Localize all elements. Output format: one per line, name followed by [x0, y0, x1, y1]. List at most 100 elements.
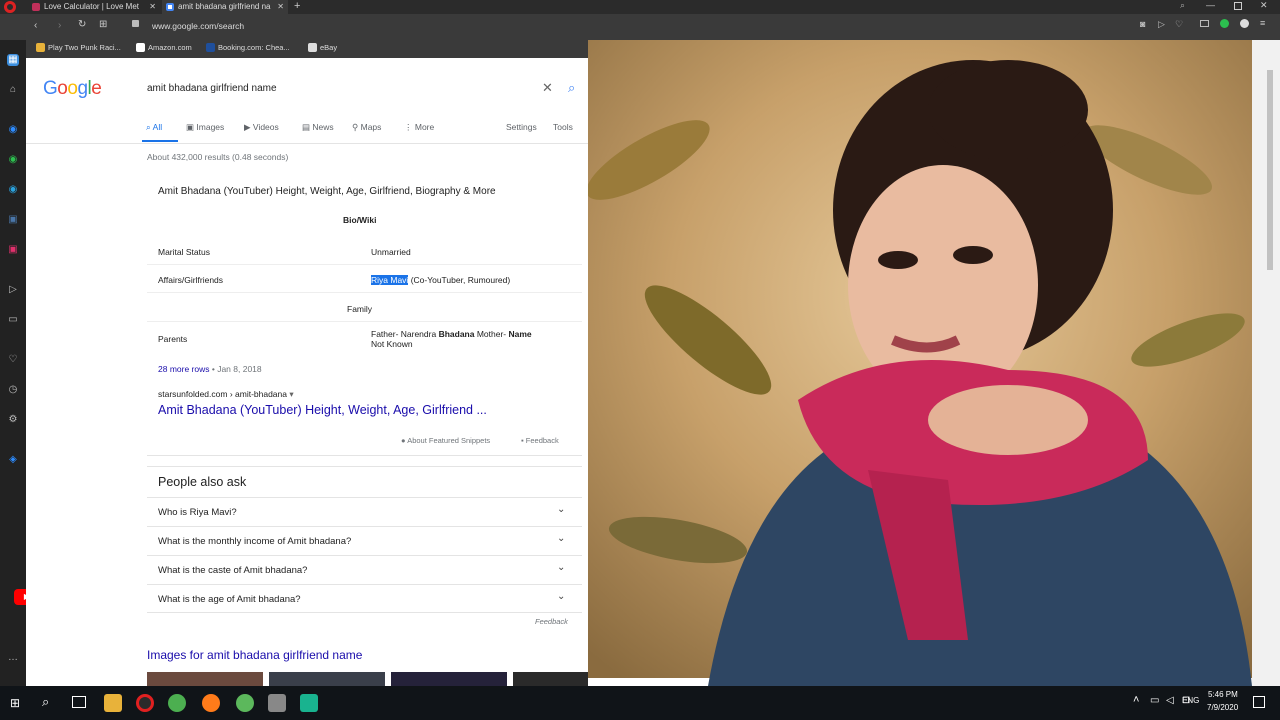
paa-item[interactable]: What is the age of Amit bhadana? ⌄	[147, 584, 582, 613]
paa-question: Who is Riya Mavi?	[158, 507, 237, 518]
chevron-down-icon[interactable]: ⌄	[557, 591, 565, 602]
start-icon[interactable]: ⊞	[10, 696, 24, 710]
bookmarks-bar: Play Two Punk Raci... Amazon.com Booking…	[0, 40, 588, 58]
chevron-down-icon[interactable]: ⌄	[557, 533, 565, 544]
notifications-icon[interactable]	[1253, 696, 1265, 708]
vk-icon[interactable]: ▣	[7, 214, 19, 226]
menu-icon[interactable]: ≡	[1260, 18, 1265, 28]
task-view-icon[interactable]	[72, 696, 86, 708]
speed-dial-icon[interactable]: ▦	[7, 54, 19, 66]
maximize-icon[interactable]	[1234, 2, 1242, 10]
bookmark-item[interactable]: eBay	[308, 43, 337, 52]
network-icon[interactable]: ▭	[1150, 695, 1159, 706]
search-icon[interactable]: ⌕	[42, 694, 49, 710]
paa-item[interactable]: What is the monthly income of Amit bhada…	[147, 526, 582, 555]
clock-date[interactable]: 7/9/2020	[1207, 703, 1238, 712]
bookmark-item[interactable]: Booking.com: Chea...	[206, 43, 290, 52]
paa-title: People also ask	[158, 475, 247, 489]
source-url[interactable]: starsunfolded.com › amit-bhadana ▾	[158, 389, 294, 400]
image-thumbnail[interactable]	[147, 672, 263, 686]
about-featured-snippets[interactable]: ● About Featured Snippets	[401, 436, 490, 445]
minimize-icon[interactable]: —	[1206, 0, 1215, 10]
settings-link[interactable]: Settings	[506, 122, 537, 132]
firefox-icon[interactable]	[202, 694, 220, 712]
language-indicator[interactable]: ENG	[1182, 696, 1199, 705]
tab-more[interactable]: ⋮ More	[404, 122, 434, 133]
highlighted-text[interactable]: Riya Mavi	[371, 275, 409, 285]
camera-icon[interactable]: ◙	[1140, 19, 1145, 29]
home-icon[interactable]: ⌂	[7, 84, 19, 96]
send-icon[interactable]: ▷	[1158, 19, 1165, 30]
vpn-icon[interactable]	[1240, 19, 1249, 28]
tab-videos[interactable]: ▶ Videos	[244, 122, 279, 133]
chevron-down-icon[interactable]: ⌄	[557, 504, 565, 515]
chevron-down-icon[interactable]: ⌄	[557, 562, 565, 573]
reload-icon[interactable]: ↻	[78, 19, 86, 30]
pin-icon: ⚲	[352, 122, 359, 132]
paa-feedback-link[interactable]: Feedback	[535, 617, 568, 626]
utorrent-icon[interactable]	[236, 694, 254, 712]
lock-icon	[132, 20, 139, 27]
battery-icon[interactable]	[1200, 20, 1209, 27]
image-thumbnail[interactable]	[513, 672, 588, 686]
result-link[interactable]: Amit Bhadana (YouTuber) Height, Weight, …	[158, 403, 487, 417]
volume-icon[interactable]: ◁	[1166, 695, 1174, 706]
tab-maps[interactable]: ⚲ Maps	[352, 122, 381, 133]
screen-recorder-icon[interactable]	[300, 694, 318, 712]
back-icon[interactable]: ‹	[34, 20, 37, 31]
send-icon[interactable]: ▷	[7, 284, 19, 296]
chrome-icon[interactable]	[168, 694, 186, 712]
paa-item[interactable]: Who is Riya Mavi? ⌄	[147, 497, 582, 526]
images-heading[interactable]: Images for amit bhadana girlfriend name	[147, 648, 362, 662]
app-icon[interactable]	[268, 694, 286, 712]
more-icon[interactable]: …	[7, 652, 19, 664]
extensions-icon[interactable]: ◈	[7, 454, 19, 466]
snapshot-icon[interactable]: ▭	[7, 314, 19, 326]
image-thumbnail[interactable]	[391, 672, 507, 686]
window-close-icon[interactable]: ✕	[1260, 0, 1268, 11]
paa-item[interactable]: What is the caste of Amit bhadana? ⌄	[147, 555, 582, 584]
chevron-up-icon[interactable]: ˄	[1133, 694, 1139, 706]
google-logo[interactable]: Google	[43, 78, 102, 100]
clear-icon[interactable]: ✕	[542, 80, 553, 96]
address-field[interactable]: www.google.com/search	[152, 21, 244, 31]
heart-icon[interactable]: ♡	[7, 354, 19, 366]
tab-all[interactable]: ⌕ All	[146, 122, 162, 133]
close-icon[interactable]: ✕	[149, 0, 156, 14]
tab-google-search[interactable]: amit bhadana girlfriend na ✕	[162, 0, 288, 14]
messenger-icon[interactable]: ◉	[7, 124, 19, 136]
whatsapp-icon[interactable]: ◉	[7, 154, 19, 166]
feedback-link[interactable]: ▪ Feedback	[521, 436, 559, 445]
new-tab-plus-icon[interactable]: +	[294, 0, 300, 12]
row-divider	[147, 292, 582, 293]
whatsapp-ext-icon[interactable]	[1220, 19, 1229, 28]
amazon-icon	[136, 43, 145, 52]
search-icon[interactable]: ⌕	[568, 80, 575, 96]
opera-menu-icon[interactable]	[4, 1, 16, 13]
file-explorer-icon[interactable]	[104, 694, 122, 712]
image-thumbnail[interactable]	[269, 672, 385, 686]
bookmark-item[interactable]: Amazon.com	[136, 43, 192, 52]
search-input[interactable]: amit bhadana girlfriend name	[147, 83, 277, 94]
clock-time[interactable]: 5:46 PM	[1208, 690, 1238, 699]
instagram-icon[interactable]: ▣	[7, 244, 19, 256]
tab-images[interactable]: ▣ Images	[186, 122, 224, 133]
tabs-grid-icon[interactable]: ⊞	[99, 19, 107, 30]
image-preview[interactable]	[588, 40, 1280, 686]
tab-love-calculator[interactable]: Love Calculator | Love Met ✕	[28, 0, 160, 14]
google-results-page: Google amit bhadana girlfriend name ✕ ⌕ …	[26, 58, 588, 686]
history-icon[interactable]: ◷	[7, 384, 19, 396]
tools-link[interactable]: Tools	[553, 122, 573, 132]
telegram-icon[interactable]: ◉	[7, 184, 19, 196]
forward-icon[interactable]: ›	[58, 20, 61, 31]
heart-icon[interactable]: ♡	[1175, 19, 1183, 30]
bookmark-label: Play Two Punk Raci...	[48, 43, 121, 52]
close-icon[interactable]: ✕	[277, 0, 284, 14]
tab-news[interactable]: ▤ News	[302, 122, 334, 133]
more-rows-link[interactable]: 28 more rows	[158, 364, 210, 374]
settings-icon[interactable]: ⚙	[7, 414, 19, 426]
dropdown-icon[interactable]: ▾	[289, 389, 293, 399]
opera-icon[interactable]	[136, 694, 154, 712]
search-tabs-icon[interactable]: ⌕	[1180, 0, 1185, 11]
bookmark-item[interactable]: Play Two Punk Raci...	[36, 43, 121, 52]
